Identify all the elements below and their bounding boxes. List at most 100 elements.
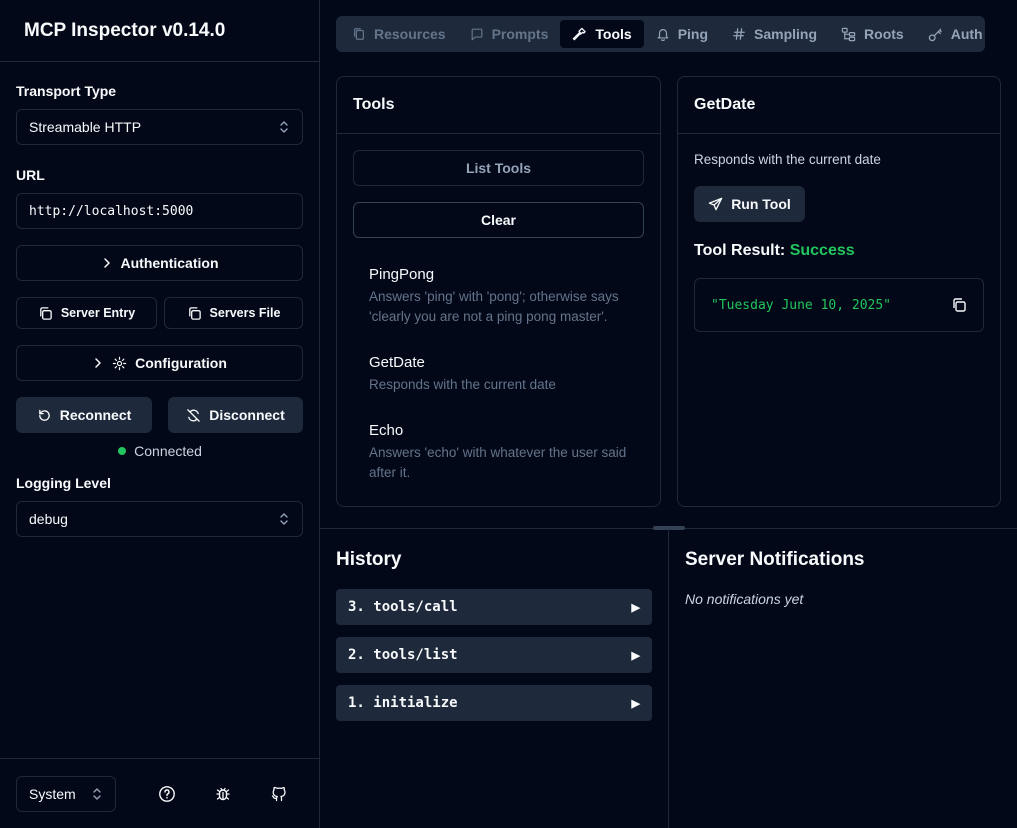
key-icon bbox=[928, 27, 943, 42]
url-value: http://localhost:5000 bbox=[29, 203, 194, 219]
play-icon: ▶ bbox=[631, 649, 640, 662]
history-item[interactable]: 1. initialize ▶ bbox=[336, 685, 652, 721]
tools-card: Tools List Tools Clear PingPong Answers … bbox=[336, 76, 661, 507]
tab-label: Ping bbox=[677, 26, 709, 42]
tool-name: PingPong bbox=[369, 266, 435, 283]
configuration-label: Configuration bbox=[135, 355, 227, 371]
clear-button[interactable]: Clear bbox=[353, 202, 644, 238]
tool-description: Responds with the current date bbox=[369, 377, 556, 392]
tool-description: Answers 'echo' with whatever the user sa… bbox=[369, 445, 627, 480]
copy-icon[interactable] bbox=[951, 297, 967, 313]
tab-ping[interactable]: Ping bbox=[644, 20, 720, 48]
disconnect-label: Disconnect bbox=[209, 407, 285, 423]
tab-label: Sampling bbox=[754, 26, 818, 42]
connection-status: Connected bbox=[0, 443, 320, 459]
transport-type-label: Transport Type bbox=[16, 83, 117, 99]
history-item[interactable]: 2. tools/list ▶ bbox=[336, 637, 652, 673]
main-tabs: Resources Prompts Tools Ping Sampling Ro… bbox=[336, 16, 985, 52]
logging-level-select[interactable]: debug bbox=[16, 501, 303, 537]
github-icon[interactable] bbox=[270, 785, 288, 803]
status-dot bbox=[118, 447, 127, 455]
run-tool-label: Run Tool bbox=[731, 196, 791, 212]
tools-card-title: Tools bbox=[337, 77, 660, 134]
server-entry-label: Server Entry bbox=[60, 306, 136, 320]
files-icon bbox=[352, 27, 366, 41]
hammer-icon bbox=[572, 27, 587, 42]
run-tool-button[interactable]: Run Tool bbox=[694, 186, 805, 222]
status-text: Connected bbox=[134, 443, 202, 459]
transport-type-value: Streamable HTTP bbox=[29, 119, 142, 135]
logging-level-label: Logging Level bbox=[16, 475, 111, 491]
tab-sampling[interactable]: Sampling bbox=[720, 20, 829, 48]
rotate-ccw-icon bbox=[37, 408, 52, 423]
chevrons-up-down-icon bbox=[278, 512, 290, 526]
help-circle-icon[interactable] bbox=[158, 785, 176, 803]
tab-resources: Resources bbox=[340, 20, 458, 48]
history-item-label: 1. initialize bbox=[348, 695, 458, 711]
send-icon bbox=[708, 197, 723, 212]
gear-icon bbox=[112, 356, 127, 371]
servers-file-label: Servers File bbox=[209, 306, 281, 320]
chevrons-up-down-icon bbox=[278, 120, 290, 134]
transport-type-select[interactable]: Streamable HTTP bbox=[16, 109, 303, 145]
chevrons-up-down-icon bbox=[91, 787, 103, 801]
tool-name: Echo bbox=[369, 422, 404, 439]
theme-value: System bbox=[29, 786, 76, 802]
tab-label: Prompts bbox=[491, 26, 549, 42]
notifications-empty-text: No notifications yet bbox=[685, 591, 804, 607]
tab-label: Resources bbox=[374, 26, 446, 42]
tab-label: Auth bbox=[950, 26, 983, 42]
refresh-off-icon bbox=[186, 408, 201, 423]
tab-tools[interactable]: Tools bbox=[560, 20, 644, 48]
history-item[interactable]: 3. tools/call ▶ bbox=[336, 589, 652, 625]
tool-list-item[interactable]: PingPong Answers 'ping' with 'pong'; oth… bbox=[369, 266, 639, 327]
copy-icon bbox=[38, 306, 53, 321]
tool-detail-description: Responds with the current date bbox=[694, 152, 881, 167]
tool-detail-title: GetDate bbox=[678, 77, 1000, 134]
copy-icon bbox=[187, 306, 202, 321]
sidebar-footer: System bbox=[0, 758, 320, 828]
tool-result-box: "Tuesday June 10, 2025" bbox=[694, 278, 984, 332]
vertical-divider bbox=[668, 529, 669, 828]
resize-handle[interactable] bbox=[653, 526, 685, 530]
sidebar: MCP Inspector v0.14.0 Transport Type Str… bbox=[0, 0, 320, 828]
play-icon: ▶ bbox=[631, 697, 640, 710]
disconnect-button[interactable]: Disconnect bbox=[168, 397, 303, 433]
history-item-label: 2. tools/list bbox=[348, 647, 458, 663]
bug-icon[interactable] bbox=[214, 785, 232, 803]
authentication-button[interactable]: Authentication bbox=[16, 245, 303, 281]
servers-file-button[interactable]: Servers File bbox=[164, 297, 303, 329]
folder-tree-icon bbox=[841, 27, 856, 42]
chevron-right-icon bbox=[92, 357, 104, 369]
tool-description: Answers 'ping' with 'pong'; otherwise sa… bbox=[369, 289, 619, 324]
server-notifications-title: Server Notifications bbox=[685, 549, 865, 570]
tab-prompts: Prompts bbox=[458, 20, 561, 48]
tool-name: GetDate bbox=[369, 354, 425, 371]
tool-list-item[interactable]: Echo Answers 'echo' with whatever the us… bbox=[369, 422, 639, 483]
authentication-label: Authentication bbox=[120, 255, 219, 271]
history-item-label: 3. tools/call bbox=[348, 599, 458, 615]
logging-level-value: debug bbox=[29, 511, 68, 527]
url-label: URL bbox=[16, 167, 45, 183]
theme-select[interactable]: System bbox=[16, 776, 116, 812]
tab-roots[interactable]: Roots bbox=[829, 20, 916, 48]
tool-result-status: Success bbox=[789, 242, 855, 259]
tool-list-item[interactable]: GetDate Responds with the current date bbox=[369, 354, 639, 395]
tool-detail-card: GetDate Responds with the current date R… bbox=[677, 76, 1001, 507]
server-entry-button[interactable]: Server Entry bbox=[16, 297, 157, 329]
bell-icon bbox=[656, 27, 670, 41]
reconnect-button[interactable]: Reconnect bbox=[16, 397, 152, 433]
hash-icon bbox=[732, 27, 746, 41]
history-title: History bbox=[336, 549, 402, 570]
list-tools-button[interactable]: List Tools bbox=[353, 150, 644, 186]
configuration-button[interactable]: Configuration bbox=[16, 345, 303, 381]
message-square-icon bbox=[470, 27, 484, 41]
tab-label: Tools bbox=[595, 26, 632, 42]
tool-result-label: Tool Result: bbox=[694, 242, 786, 259]
play-icon: ▶ bbox=[631, 601, 640, 614]
url-input[interactable]: http://localhost:5000 bbox=[16, 193, 303, 229]
app-title: MCP Inspector v0.14.0 bbox=[0, 0, 319, 62]
tool-result-value: "Tuesday June 10, 2025" bbox=[711, 297, 892, 313]
tab-auth[interactable]: Auth bbox=[916, 20, 995, 48]
chevron-right-icon bbox=[101, 257, 113, 269]
